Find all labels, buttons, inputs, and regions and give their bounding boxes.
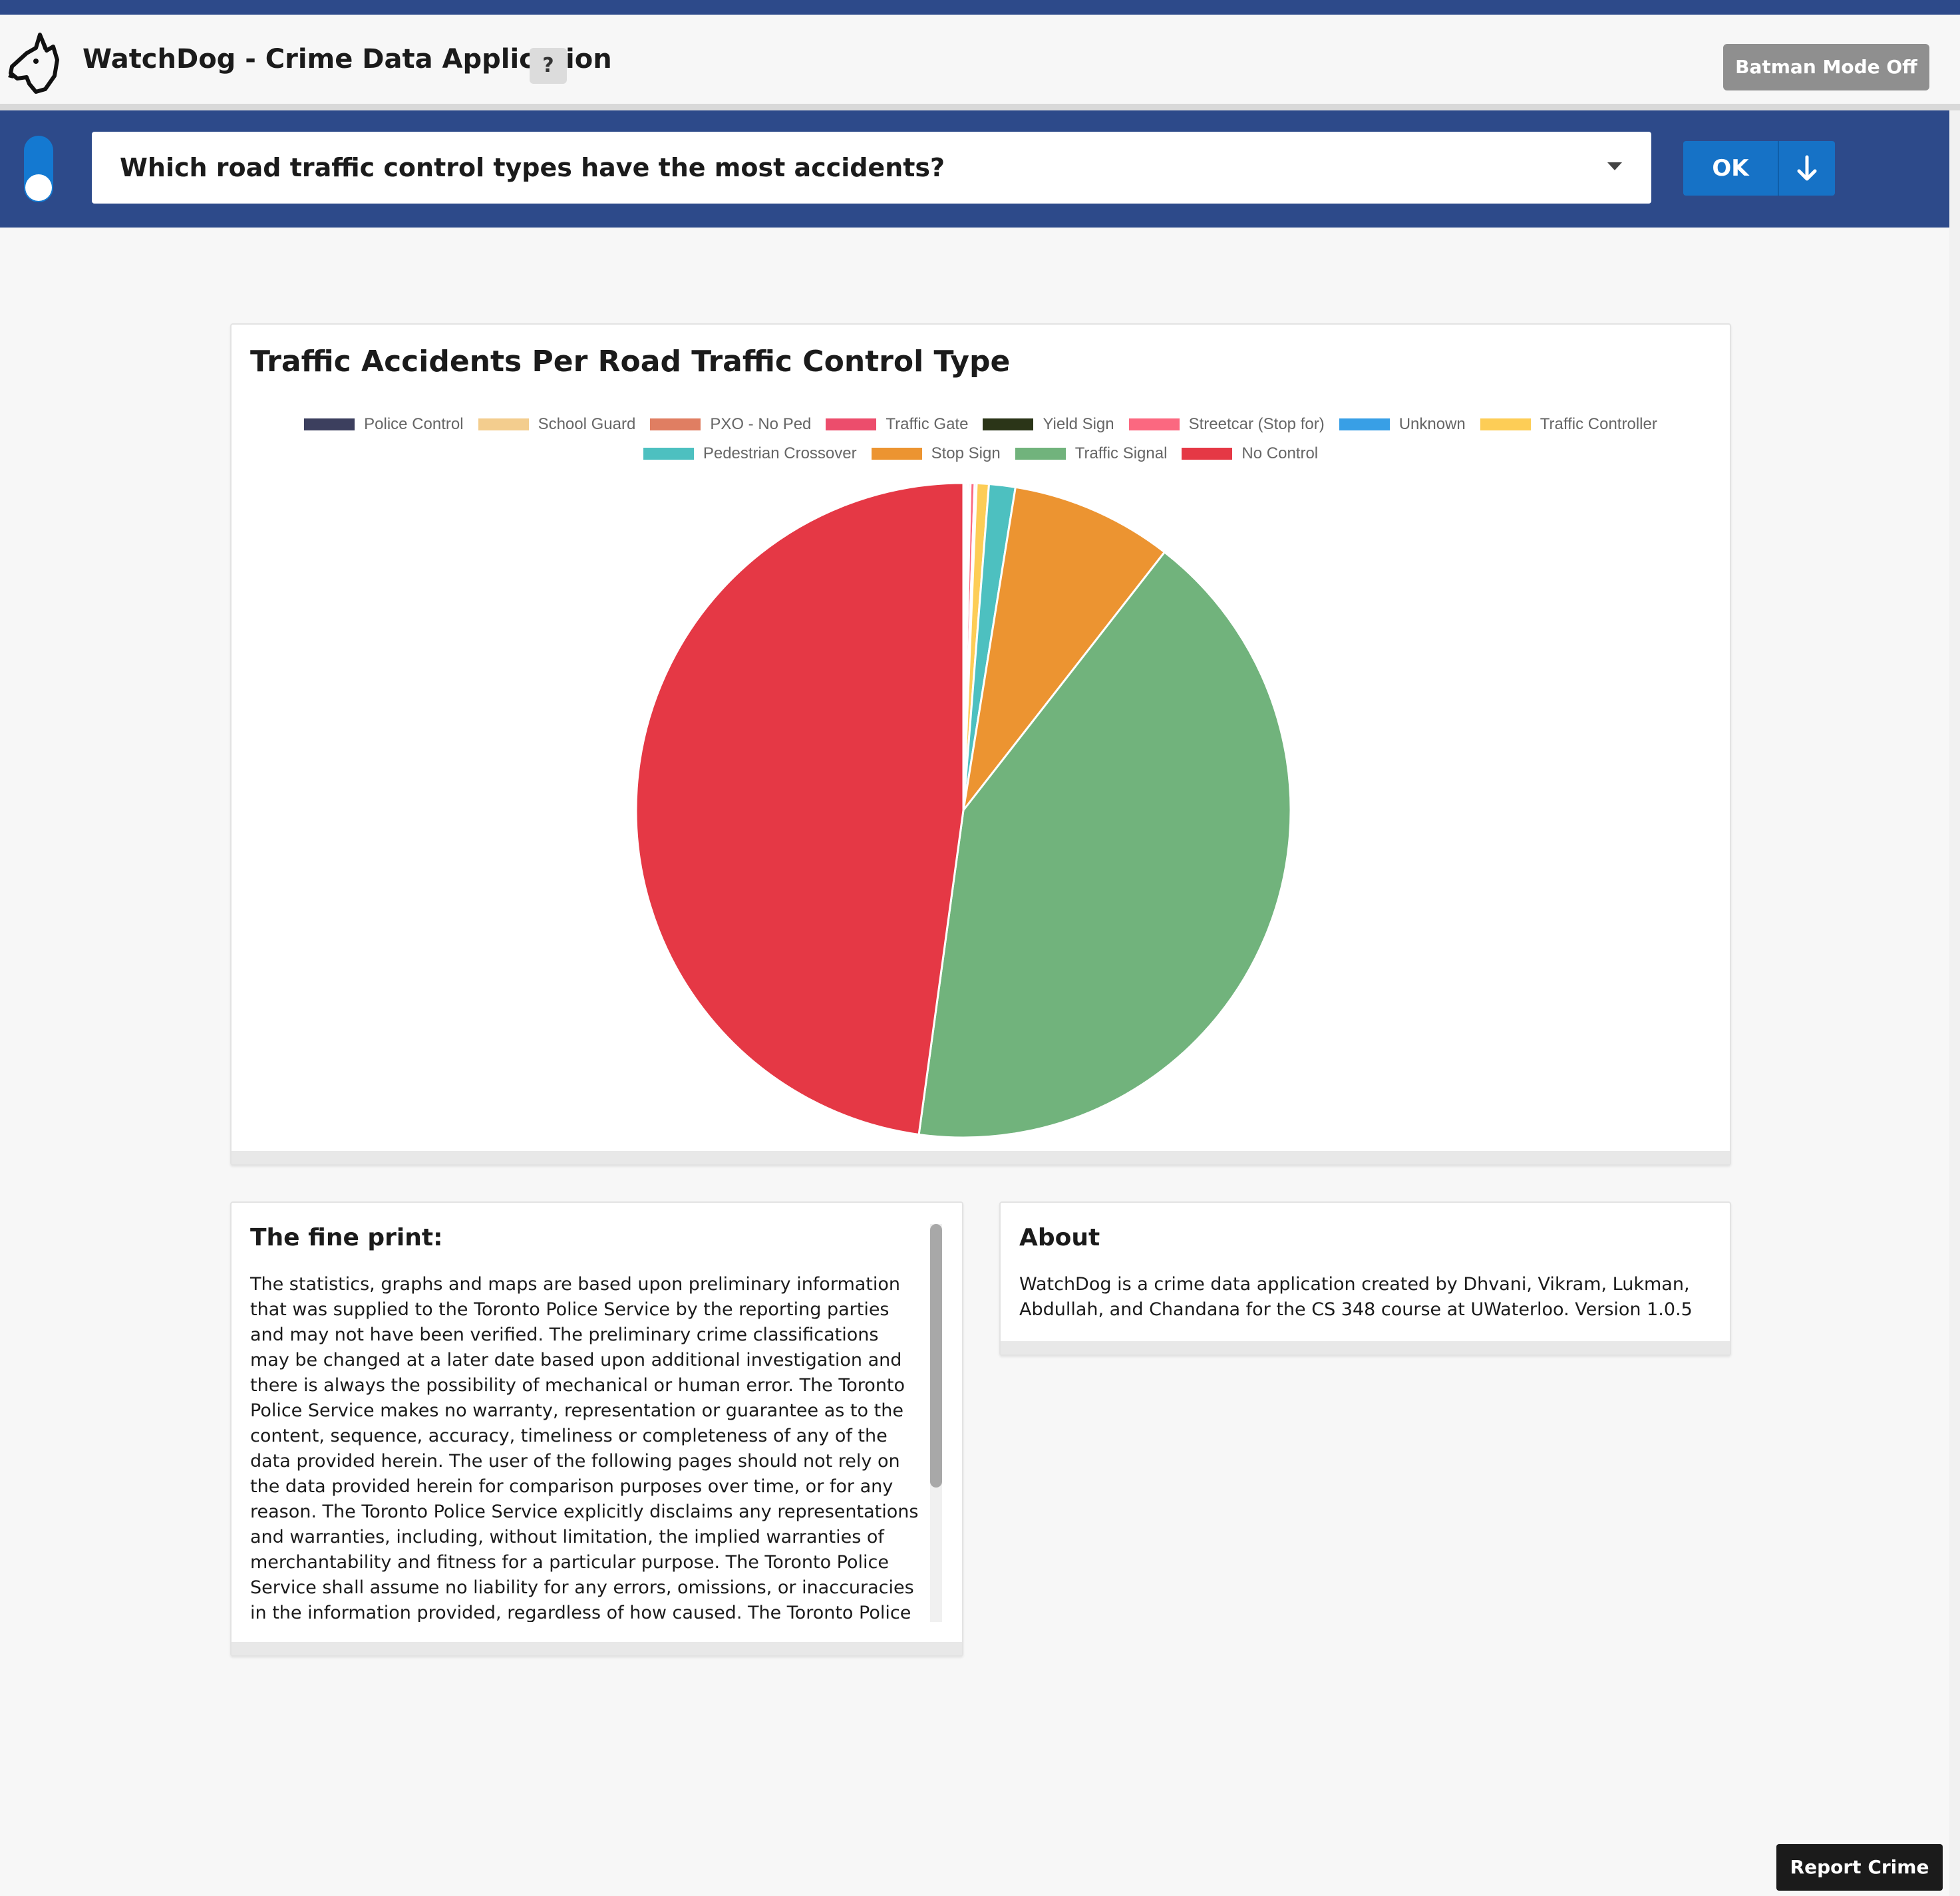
report-crime-button[interactable]: Report Crime (1776, 1844, 1943, 1891)
legend-label: No Control (1241, 444, 1319, 462)
legend-swatch (1128, 418, 1180, 430)
legend-swatch (304, 418, 355, 430)
legend-swatch (826, 418, 877, 430)
legend-label: PXO - No Ped (710, 415, 812, 433)
legend-label: Unknown (1398, 415, 1466, 433)
legend-swatch (478, 418, 529, 430)
chart-card: Traffic Accidents Per Road Traffic Contr… (230, 323, 1731, 1166)
pie-chart (635, 482, 1292, 1139)
download-button[interactable] (1778, 141, 1835, 196)
pie-slice-no-control[interactable] (635, 482, 965, 1136)
about-text: WatchDog is a crime data application cre… (1019, 1274, 1693, 1320)
card-footer (232, 1151, 1730, 1164)
fine-print-card: The fine print: The statistics, graphs a… (230, 1201, 963, 1657)
legend-item[interactable]: Streetcar (Stop for) (1128, 415, 1325, 434)
fine-print-scrollbar[interactable] (930, 1224, 942, 1488)
legend-item[interactable]: Traffic Signal (1015, 444, 1168, 463)
legend-label: Traffic Gate (886, 415, 969, 433)
legend-item[interactable]: Traffic Controller (1480, 415, 1657, 434)
legend-swatch (650, 418, 701, 430)
legend-row: Pedestrian Crossover Stop Sign Traffic Sig… (232, 439, 1730, 468)
legend-item[interactable]: Traffic Gate (826, 415, 968, 434)
legend-item[interactable]: Stop Sign (871, 444, 1001, 463)
legend-swatch (1480, 418, 1531, 430)
chevron-down-icon (1607, 162, 1622, 170)
legend-item[interactable]: No Control (1182, 444, 1318, 463)
legend-label: Traffic Signal (1074, 444, 1168, 462)
legend-swatch (643, 448, 694, 460)
legend-label: Streetcar (Stop for) (1188, 415, 1325, 433)
fine-print-heading: The fine print: (250, 1224, 443, 1251)
about-heading: About (1019, 1224, 1100, 1251)
batman-mode-button[interactable]: Batman Mode Off (1723, 44, 1929, 90)
dog-head-icon (8, 33, 59, 94)
legend-item[interactable]: School Guard (478, 415, 636, 434)
toggle-knob (25, 174, 52, 201)
question-select-value: Which road traffic control types have th… (120, 153, 945, 182)
legend-item[interactable]: Police Control (304, 415, 464, 434)
app-header: WatchDog - Crime Data Application ? Batm… (0, 15, 1960, 110)
legend-label: Pedestrian Crossover (703, 444, 857, 462)
legend-swatch (1182, 448, 1233, 460)
help-button[interactable]: ? (530, 48, 567, 84)
legend-swatch (983, 418, 1034, 430)
legend-label: Police Control (364, 415, 464, 433)
legend-swatch (1339, 418, 1390, 430)
legend-item[interactable]: Unknown (1339, 415, 1466, 434)
ok-button[interactable]: OK (1683, 141, 1778, 196)
chart-title: Traffic Accidents Per Road Traffic Contr… (250, 345, 1011, 379)
legend-label: Stop Sign (931, 444, 1001, 462)
mode-toggle[interactable] (24, 136, 53, 202)
chart-legend: Police Control School Guard PXO - No Ped Tr… (232, 410, 1730, 468)
legend-swatch (871, 448, 922, 460)
top-accent-stripe (0, 0, 1960, 15)
legend-label: Traffic Controller (1540, 415, 1657, 433)
legend-item[interactable]: Yield Sign (983, 415, 1114, 434)
about-card: About WatchDog is a crime data applicati… (999, 1201, 1731, 1356)
arrow-down-icon (1797, 155, 1817, 181)
legend-label: School Guard (538, 415, 636, 433)
legend-label: Yield Sign (1043, 415, 1114, 433)
legend-row: Police Control School Guard PXO - No Ped Tr… (232, 410, 1730, 439)
fine-print-text: The statistics, graphs and maps are base… (250, 1274, 919, 1622)
legend-swatch (1015, 448, 1066, 460)
legend-item[interactable]: Pedestrian Crossover (643, 444, 857, 463)
question-select[interactable]: Which road traffic control types have th… (92, 132, 1651, 204)
card-footer (1001, 1341, 1730, 1354)
query-toolbar: Which road traffic control types have th… (0, 110, 1949, 228)
page-scrollbar[interactable] (1949, 110, 1960, 1896)
card-footer (232, 1642, 962, 1655)
legend-item[interactable]: PXO - No Ped (650, 415, 811, 434)
